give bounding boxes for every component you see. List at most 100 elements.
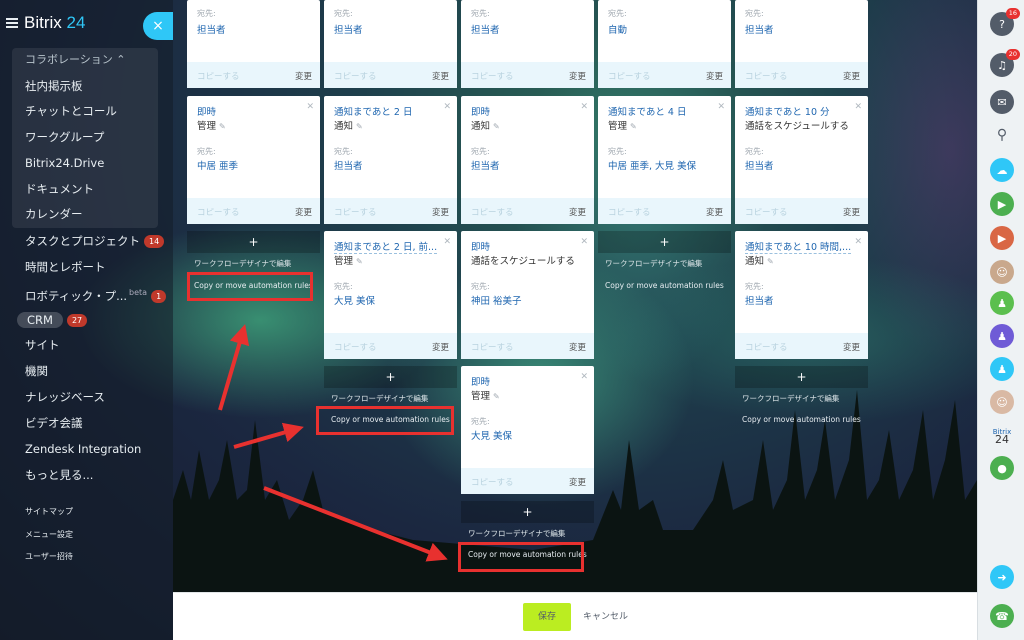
automation-card[interactable]: 宛先: 担当者 コピーする 変更 [461,0,594,88]
group-icon[interactable]: ♟ [990,291,1014,315]
video-conference-icon[interactable]: ▶ [990,226,1014,250]
add-rule-button[interactable]: + [187,231,320,253]
copy-link[interactable]: コピーする [608,70,651,82]
workflow-designer-link[interactable]: ワークフローデザイナで編集 [468,528,565,539]
edit-link[interactable]: 変更 [569,70,586,82]
pencil-icon[interactable]: ✎ [493,122,500,131]
edit-link[interactable]: 変更 [843,341,860,353]
automation-card[interactable]: ✕ 即時 管理 ✎ 宛先: 大見 美保 コピーする 変更 [461,366,594,494]
automation-card[interactable]: ✕ 通知まであと 4 日 管理 ✎ 宛先: 中居 亜季, 大見 美保 コピーする 変… [598,96,731,224]
sidebar-item-workgroups[interactable]: ワークグループ [25,128,104,146]
edit-link[interactable]: 変更 [569,476,586,488]
copy-link[interactable]: コピーする [334,70,377,82]
automation-card[interactable]: ✕ 通知まであと 2 日, 前... 管理 ✎ 宛先: 大見 美保 コピーする 変更 [324,231,457,359]
sidebar-item-tasks[interactable]: タスクとプロジェクト 14 [25,232,165,250]
automation-card[interactable]: ✕ 通知まであと 10 時間,... 通知 ✎ 宛先: 担当者 コピーする 変更 [735,231,868,359]
sidebar-item-robotic[interactable]: ロボティック・プ... beta 1 [25,284,167,303]
copy-link[interactable]: コピーする [334,341,377,353]
section-collaboration[interactable]: コラボレーション ⌃ [25,51,126,69]
close-icon[interactable]: ✕ [580,237,588,247]
pencil-icon[interactable]: ✎ [767,257,774,266]
edit-link[interactable]: 変更 [706,206,723,218]
edit-link[interactable]: 変更 [843,206,860,218]
edit-link[interactable]: 変更 [706,70,723,82]
invite-users-link[interactable]: ユーザー招待 [25,551,73,562]
video-call-icon[interactable]: ▶ [990,192,1014,216]
team-icon[interactable]: ♟ [990,324,1014,348]
menu-icon[interactable] [6,18,18,28]
close-icon[interactable]: ✕ [443,237,451,247]
copy-link[interactable]: コピーする [471,341,514,353]
copy-link[interactable]: コピーする [608,206,651,218]
logout-icon[interactable]: ➜ [990,565,1014,589]
copy-rules-link[interactable]: Copy or move automation rules [742,415,861,424]
cloud-icon[interactable]: ☁ [990,158,1014,182]
close-icon[interactable]: ✕ [854,102,862,112]
close-slider-button[interactable]: × [143,12,173,40]
copy-link[interactable]: コピーする [471,476,514,488]
sidebar-item-more[interactable]: もっと見る... [25,466,93,484]
workflow-designer-link[interactable]: ワークフローデザイナで編集 [194,258,291,269]
add-rule-button[interactable]: + [324,366,457,388]
sidebar-item-drive[interactable]: Bitrix24.Drive [25,154,104,172]
automation-card[interactable]: ✕ 即時 通知 ✎ 宛先: 担当者 コピーする 変更 [461,96,594,224]
copy-link[interactable]: コピーする [334,206,377,218]
copy-link[interactable]: コピーする [745,206,788,218]
bitrix24-icon[interactable]: Bitrix 24 [990,424,1014,448]
edit-link[interactable]: 変更 [432,70,449,82]
automation-card[interactable]: ✕ 即時 通話をスケジュールする 宛先: 神田 裕美子 コピーする 変更 [461,231,594,359]
close-icon[interactable]: ✕ [580,372,588,382]
edit-link[interactable]: 変更 [569,206,586,218]
close-icon[interactable]: ✕ [854,237,862,247]
copy-link[interactable]: コピーする [197,206,240,218]
phone-icon[interactable]: ☎ [990,604,1014,628]
bitrix-logo[interactable]: Bitrix 24 [24,13,85,33]
workflow-designer-link[interactable]: ワークフローデザイナで編集 [742,393,839,404]
edit-link[interactable]: 変更 [432,341,449,353]
sidebar-item-documents[interactable]: ドキュメント [25,180,94,198]
copy-link[interactable]: コピーする [471,70,514,82]
automation-card[interactable]: ✕ 即時 管理 ✎ 宛先: 中居 亜季 コピーする 変更 [187,96,320,224]
pencil-icon[interactable]: ✎ [356,257,363,266]
sidebar-item-crm[interactable]: CRM 27 [17,311,88,329]
automation-card[interactable]: 宛先: 自動 コピーする 変更 [598,0,731,88]
copy-link[interactable]: コピーする [745,341,788,353]
automation-card[interactable]: 宛先: 担当者 コピーする 変更 [187,0,320,88]
automation-card[interactable]: 宛先: 担当者 コピーする 変更 [735,0,868,88]
add-rule-button[interactable]: + [461,501,594,523]
pencil-icon[interactable]: ✎ [356,122,363,131]
menu-settings-link[interactable]: メニュー設定 [25,529,73,540]
sidebar-item-zendesk[interactable]: Zendesk Integration [25,440,141,458]
cancel-button[interactable]: キャンセル [583,603,628,631]
search-icon[interactable]: ⚲ [990,123,1014,147]
sitemap-link[interactable]: サイトマップ [25,506,73,517]
automation-card[interactable]: ✕ 通知まであと 2 日 通知 ✎ 宛先: 担当者 コピーする 変更 [324,96,457,224]
chat-icon[interactable]: ✉ [990,90,1014,114]
workflow-designer-link[interactable]: ワークフローデザイナで編集 [331,393,428,404]
avatar-pair[interactable]: ☺ [990,390,1014,414]
copy-rules-link[interactable]: Copy or move automation rules [605,281,724,290]
bell-icon[interactable]: ♫ 20 [990,49,1020,77]
close-icon[interactable]: ✕ [717,102,725,112]
edit-link[interactable]: 変更 [295,206,312,218]
sidebar-item-sites[interactable]: サイト [25,336,60,354]
copy-link[interactable]: コピーする [745,70,788,82]
sidebar-item-time[interactable]: 時間とレポート [25,258,106,276]
sidebar-item-knowledge[interactable]: ナレッジベース [25,388,105,406]
close-icon[interactable]: ✕ [306,102,314,112]
close-icon[interactable]: ✕ [580,102,588,112]
copy-link[interactable]: コピーする [471,206,514,218]
edit-link[interactable]: 変更 [432,206,449,218]
avatar[interactable]: ☺ [990,260,1014,284]
sidebar-item-calendar[interactable]: カレンダー [25,205,83,223]
pencil-icon[interactable]: ✎ [493,392,500,401]
pencil-icon[interactable]: ✎ [630,122,637,131]
add-rule-button[interactable]: + [735,366,868,388]
copy-link[interactable]: コピーする [197,70,240,82]
automation-card[interactable]: ✕ 通知まであと 10 分 通話をスケジュールする 宛先: 担当者 コピーする 変… [735,96,868,224]
save-button[interactable]: 保存 [523,603,571,631]
close-icon[interactable]: ✕ [443,102,451,112]
sidebar-item-feed[interactable]: 社内掲示板 [25,77,83,95]
add-rule-button[interactable]: + [598,231,731,253]
sidebar-item-video[interactable]: ビデオ会議 [25,414,83,432]
